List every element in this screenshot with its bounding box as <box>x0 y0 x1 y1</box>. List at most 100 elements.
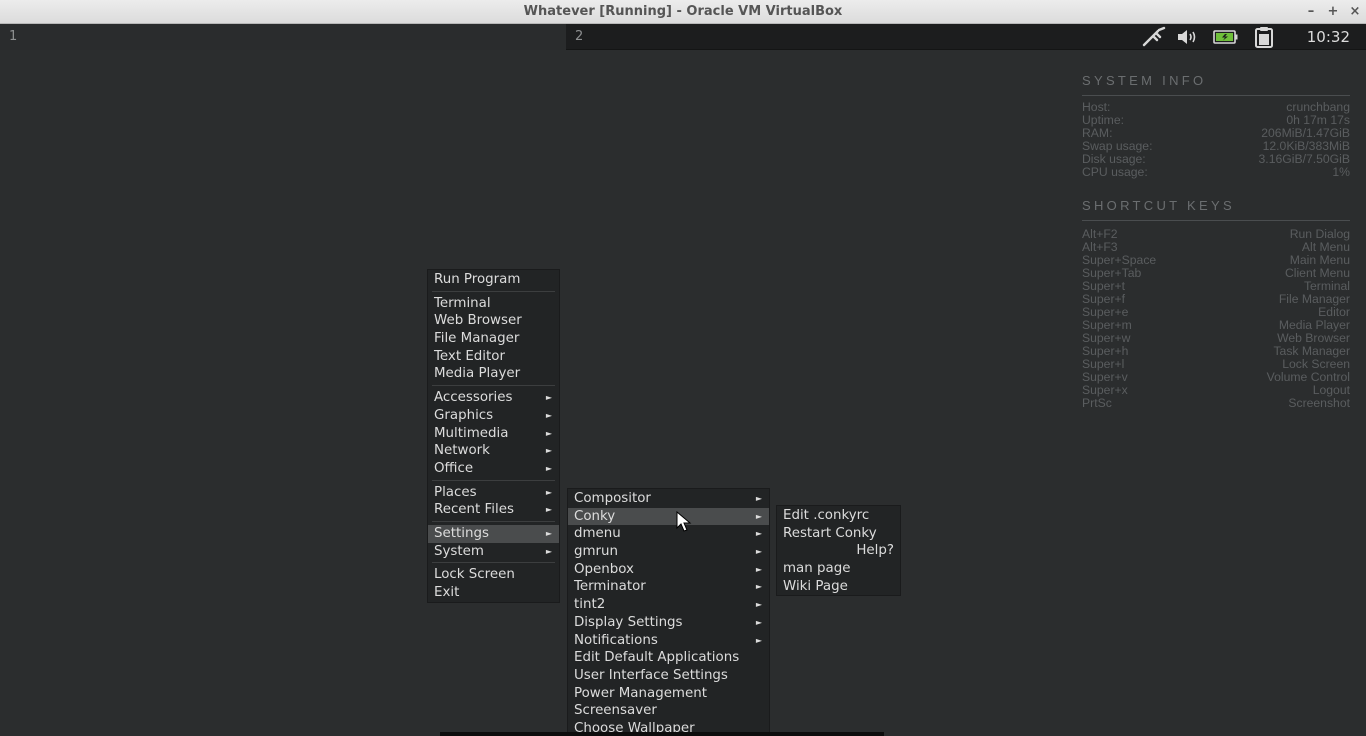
settings-menu-item-dmenu[interactable]: dmenu ► <box>568 525 769 543</box>
root-menu-item-office[interactable]: Office ► <box>428 460 559 478</box>
menu-item-label: File Manager <box>434 331 520 347</box>
menu-item-label: Web Browser <box>434 313 522 329</box>
root-menu-item-terminal[interactable]: Terminal <box>428 295 559 313</box>
menu-item-label: Openbox <box>574 561 634 577</box>
mouse-cursor-icon <box>676 511 692 532</box>
root-menu: Run Program Terminal Web Browser File Manag… <box>427 269 560 603</box>
shortcut-row: PrtSc Screenshot <box>1082 397 1350 410</box>
menu-item-label: tint2 <box>574 597 606 613</box>
system-info-heading: SYSTEM INFO <box>1082 73 1350 96</box>
window-title: Whatever [Running] - Oracle VM VirtualBo… <box>523 4 843 19</box>
shortcut-value: Screenshot <box>1288 396 1350 410</box>
conky-menu-item-restart-conky[interactable]: Restart Conky <box>777 525 900 543</box>
settings-menu-item-display-settings[interactable]: Display Settings ► <box>568 614 769 632</box>
settings-menu-item-openbox[interactable]: Openbox ► <box>568 561 769 579</box>
menu-item-label: Lock Screen <box>434 567 515 583</box>
desktop-2-button[interactable]: 2 <box>566 24 1126 50</box>
submenu-arrow-icon: ► <box>545 528 552 538</box>
menu-item-label: Compositor <box>574 491 651 506</box>
root-menu-item-file-manager[interactable]: File Manager <box>428 330 559 348</box>
system-info-row: CPU usage: 1% <box>1082 166 1350 179</box>
menu-item-label: Network <box>434 443 490 459</box>
shortcut-label: PrtSc <box>1082 396 1112 410</box>
bottom-strip <box>440 732 884 736</box>
system-info-list: Host: crunchbang Uptime: 0h 17m 17s RAM: 206M… <box>1082 101 1350 179</box>
root-menu-item-exit[interactable]: Exit <box>428 584 559 602</box>
menu-item-label: Settings <box>434 525 489 541</box>
root-menu-item-network[interactable]: Network ► <box>428 442 559 460</box>
root-menu-item-text-editor[interactable]: Text Editor <box>428 348 559 366</box>
conky-submenu: Edit .conkyrc Restart Conky Help? man page W… <box>776 505 901 597</box>
menu-item-label: Places <box>434 484 477 500</box>
network-icon[interactable] <box>1141 26 1167 48</box>
volume-icon[interactable] <box>1176 26 1202 48</box>
submenu-arrow-icon: ► <box>755 635 762 645</box>
system-info-value: 1% <box>1332 165 1350 179</box>
root-menu-item-run-program[interactable]: Run Program <box>428 271 559 289</box>
root-menu-item-media-player[interactable]: Media Player <box>428 365 559 383</box>
root-menu-item-accessories[interactable]: Accessories ► <box>428 389 559 407</box>
minimize-button[interactable]: – <box>1300 0 1322 24</box>
virtualbox-title-bar: Whatever [Running] - Oracle VM VirtualBo… <box>0 0 1366 24</box>
menu-item-label: man page <box>783 561 851 577</box>
menu-item-label: Display Settings <box>574 614 683 630</box>
submenu-arrow-icon: ► <box>545 410 552 420</box>
submenu-arrow-icon: ► <box>545 505 552 515</box>
settings-menu-item-notifications[interactable]: Notifications ► <box>568 632 769 650</box>
desktop-1-button[interactable]: 1 <box>0 24 566 50</box>
root-menu-item-system[interactable]: System ► <box>428 543 559 561</box>
conky-menu-item-wiki-page[interactable]: Wiki Page <box>777 578 900 596</box>
root-menu-item-graphics[interactable]: Graphics ► <box>428 407 559 425</box>
conky-menu-item-edit-conkyrc[interactable]: Edit .conkyrc <box>777 507 900 525</box>
menu-item-label: Conky <box>574 508 616 524</box>
submenu-arrow-icon: ► <box>755 511 762 521</box>
menu-item-label: Media Player <box>434 366 521 382</box>
conky-menu-item-help[interactable]: Help? <box>777 542 900 560</box>
root-menu-item-recent-files[interactable]: Recent Files ► <box>428 501 559 519</box>
menu-item-label: System <box>434 543 484 559</box>
settings-menu-item-compositor[interactable]: Compositor ► <box>568 490 769 508</box>
conky-menu-item-man-page[interactable]: man page <box>777 560 900 578</box>
clock[interactable]: 10:32 <box>1307 24 1350 50</box>
submenu-arrow-icon: ► <box>545 393 552 403</box>
root-menu-item-settings[interactable]: Settings ► <box>428 524 559 543</box>
settings-menu-item-edit-default-applications[interactable]: Edit Default Applications <box>568 649 769 667</box>
menu-item-label: Run Program <box>434 272 521 287</box>
settings-menu-item-terminator[interactable]: Terminator ► <box>568 578 769 596</box>
submenu-arrow-icon: ► <box>755 494 762 503</box>
menu-item-label: Restart Conky <box>783 525 877 541</box>
menu-item-label: Recent Files <box>434 502 514 518</box>
submenu-arrow-icon: ► <box>755 582 762 592</box>
settings-menu-item-screensaver[interactable]: Screensaver <box>568 702 769 720</box>
clipboard-icon[interactable] <box>1252 26 1278 48</box>
root-menu-item-places[interactable]: Places ► <box>428 484 559 502</box>
top-panel: 1 2 10:32 <box>0 24 1366 50</box>
menu-item-label: Terminator <box>574 579 646 595</box>
submenu-arrow-icon: ► <box>545 428 552 438</box>
settings-menu-item-gmrun[interactable]: gmrun ► <box>568 543 769 561</box>
submenu-arrow-icon: ► <box>545 546 552 556</box>
menu-item-label: dmenu <box>574 526 621 542</box>
menu-item-label: Text Editor <box>434 348 505 364</box>
menu-item-label: Terminal <box>434 295 491 311</box>
battery-icon[interactable] <box>1213 26 1239 48</box>
menu-item-label: Wiki Page <box>783 578 848 594</box>
close-button[interactable]: × <box>1344 0 1366 24</box>
system-info-label: CPU usage: <box>1082 165 1148 179</box>
settings-menu-item-tint2[interactable]: tint2 ► <box>568 596 769 614</box>
conky-widget: SYSTEM INFO Host: crunchbang Uptime: 0h 17m… <box>1082 73 1350 410</box>
settings-menu-item-conky[interactable]: Conky ► <box>568 507 769 526</box>
menu-item-label: Multimedia <box>434 425 509 441</box>
submenu-arrow-icon: ► <box>755 529 762 539</box>
menu-item-label: Edit Default Applications <box>574 650 740 666</box>
maximize-button[interactable]: + <box>1322 0 1344 24</box>
menu-item-label: User Interface Settings <box>574 667 728 683</box>
root-menu-item-multimedia[interactable]: Multimedia ► <box>428 425 559 443</box>
root-menu-item-web-browser[interactable]: Web Browser <box>428 312 559 330</box>
settings-menu-item-user-interface-settings[interactable]: User Interface Settings <box>568 667 769 685</box>
root-menu-item-lock-screen[interactable]: Lock Screen <box>428 566 559 584</box>
settings-menu-item-power-management[interactable]: Power Management <box>568 685 769 703</box>
menu-item-label: Accessories <box>434 390 513 406</box>
menu-item-label: Notifications <box>574 632 658 648</box>
shortcut-keys-heading: SHORTCUT KEYS <box>1082 198 1350 221</box>
